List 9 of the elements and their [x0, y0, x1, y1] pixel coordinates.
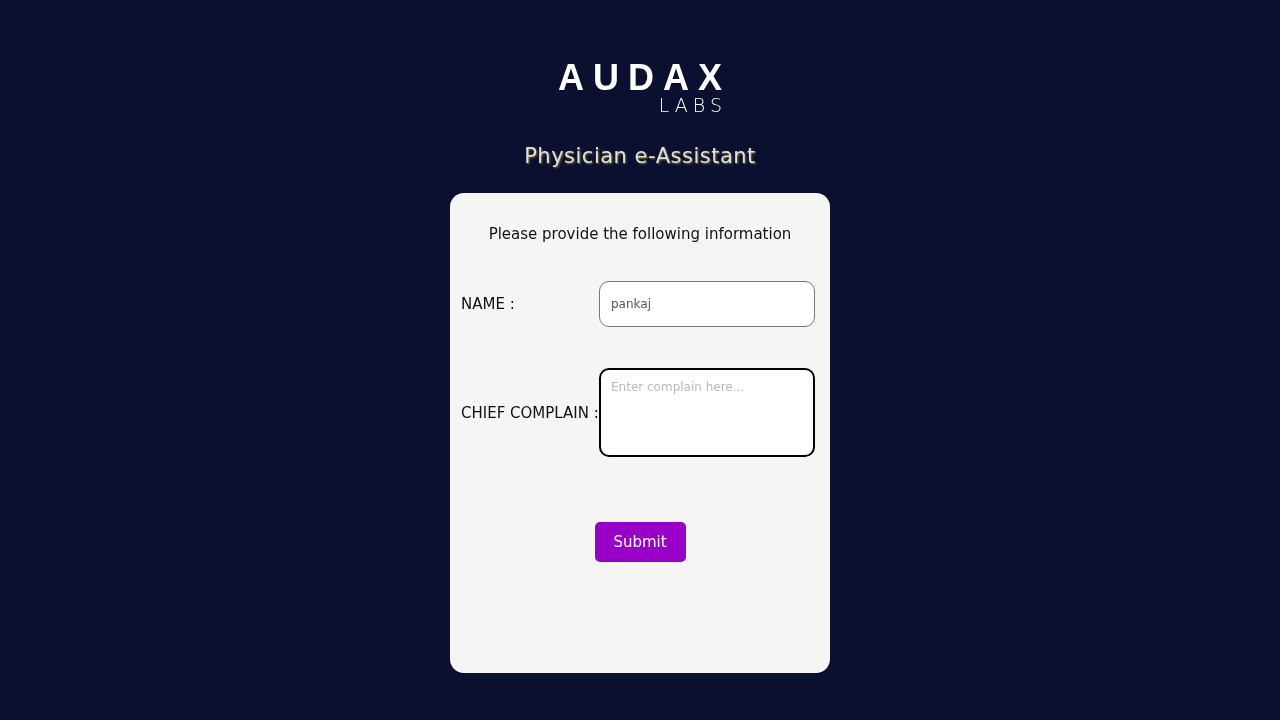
name-field[interactable]: pankaj — [599, 281, 815, 327]
logo-wordmark: AUDAX — [558, 62, 731, 94]
form-heading: Please provide the following information — [487, 225, 793, 243]
logo-subtitle: LABS — [658, 94, 727, 116]
field-label: NAME : — [461, 295, 515, 313]
field-label: CHIEF COMPLAIN : — [461, 403, 599, 422]
page-title: Physician e-Assistant — [524, 144, 756, 168]
submit-button[interactable]: Submit — [594, 522, 686, 562]
complaint-field[interactable]: Enter complain here... — [599, 368, 815, 457]
